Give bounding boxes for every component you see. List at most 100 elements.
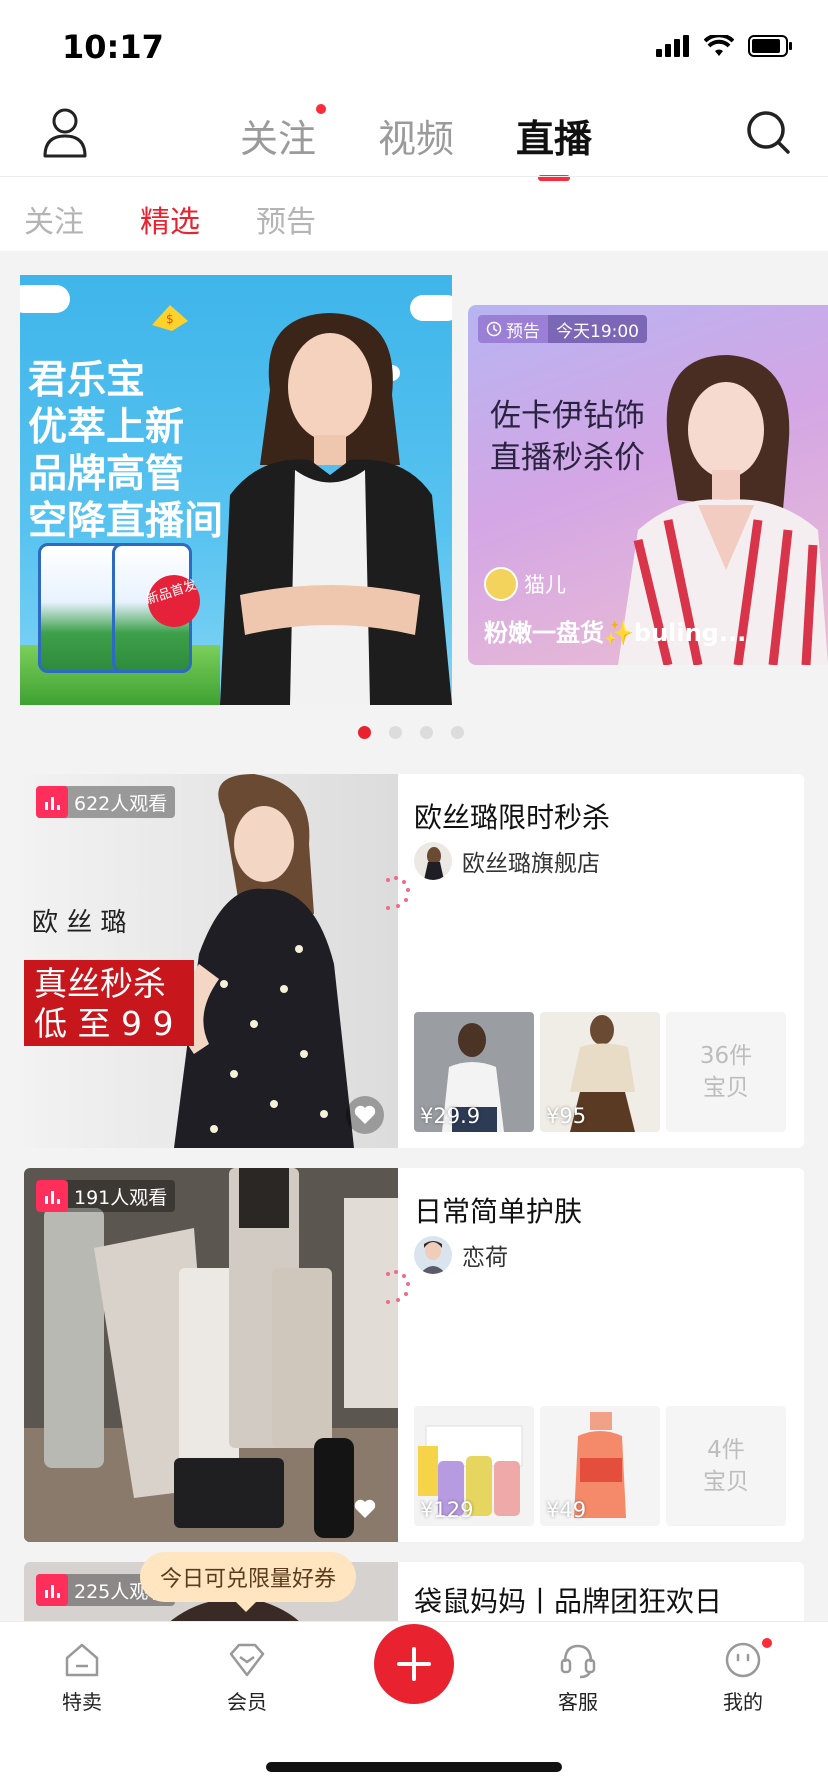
- avatar: [484, 567, 518, 601]
- shop-info[interactable]: 恋荷: [414, 1236, 508, 1274]
- cover-promo-line: 真丝秒杀: [34, 964, 166, 1003]
- product-count-unit: 宝贝: [703, 1075, 749, 1101]
- viewer-count-pill: 191人观看: [36, 1180, 176, 1212]
- live-title[interactable]: 欧丝璐限时秒杀: [414, 796, 610, 836]
- svg-text:$: $: [166, 312, 174, 326]
- avatar: [414, 842, 452, 880]
- preview-tag-label-wrap: 预告: [478, 315, 548, 343]
- notification-dot: [762, 1638, 772, 1648]
- shop-name: 欧丝璐旗舰店: [462, 851, 600, 877]
- viewer-count: 622人观看: [74, 792, 168, 815]
- top-tabs: 关注 视频 直播: [0, 90, 828, 181]
- status-icons: [656, 34, 794, 58]
- subtab-follow[interactable]: 关注: [24, 197, 84, 241]
- nav-label: 会员: [227, 1690, 267, 1714]
- nav-label: 特卖: [62, 1690, 102, 1714]
- viewer-count: 191人观看: [74, 1186, 168, 1209]
- banner-side-headline: 佐卡伊钻饰 直播秒杀价: [490, 395, 645, 479]
- headline-line: 君乐宝: [28, 358, 146, 403]
- preview-time: 今天19:00: [548, 315, 647, 343]
- banner-main[interactable]: $ 君乐宝 优萃上新 品牌高管 空降直播间 新品首发: [20, 275, 452, 705]
- pink-dots-decoration: [386, 876, 410, 910]
- preview-tag-label: 预告: [506, 321, 540, 342]
- nav-label: 客服: [558, 1690, 598, 1714]
- product-thumb[interactable]: ¥129: [414, 1406, 534, 1526]
- banner-side[interactable]: 预告 今天19:00 佐卡伊钻饰 直播秒杀价 猫儿 粉嫩一盘货✨buling..…: [468, 305, 828, 665]
- banner-main-headline: 君乐宝 优萃上新 品牌高管 空降直播间: [28, 357, 223, 545]
- coupon-tooltip[interactable]: 今日可兑限量好券: [140, 1552, 357, 1612]
- heart-icon: [354, 1105, 376, 1124]
- shop-info[interactable]: 欧丝璐旗舰店: [414, 842, 600, 880]
- live-cover[interactable]: 欧 丝 璐 真丝秒杀 低 至 9 9 622人观看: [24, 774, 398, 1148]
- anchor-name: 猫儿: [524, 573, 566, 597]
- cloud-decoration: [20, 285, 70, 313]
- sub-tabs: 关注 精选 预告: [0, 177, 828, 251]
- pink-dots-decoration: [386, 1270, 410, 1304]
- carousel-dot: [420, 726, 433, 739]
- notification-dot: [316, 104, 327, 114]
- carousel-indicator: [358, 726, 464, 739]
- headline-line: 直播秒杀价: [490, 440, 645, 476]
- signal-icon: [656, 35, 689, 57]
- product-count-tile[interactable]: 36件 宝贝: [666, 1012, 786, 1132]
- tab-live[interactable]: 直播: [516, 108, 592, 181]
- product-thumb[interactable]: ¥49: [540, 1406, 660, 1526]
- coin-icon: $: [152, 305, 188, 331]
- like-button[interactable]: [346, 1096, 384, 1134]
- nav-item-mine[interactable]: 我的: [688, 1638, 798, 1715]
- shop-name: 恋荷: [462, 1245, 508, 1271]
- headline-line: 优萃上新: [28, 405, 185, 450]
- nav-label: 我的: [723, 1690, 763, 1714]
- headline-line: 空降直播间: [28, 499, 224, 544]
- nav-item-service[interactable]: 客服: [523, 1640, 633, 1715]
- subtab-preview[interactable]: 预告: [256, 197, 316, 241]
- product-price: ¥129: [420, 1498, 474, 1522]
- live-bars-icon: [36, 1180, 68, 1212]
- live-card[interactable]: 191人观看 日常简单护肤 恋荷 ¥129 ¥49 4件 宝贝: [24, 1168, 804, 1542]
- search-icon: [747, 111, 790, 154]
- product-list: ¥129 ¥49 4件 宝贝: [414, 1406, 786, 1526]
- carousel-dot-active: [358, 726, 371, 739]
- cover-promo-box: 真丝秒杀 低 至 9 9: [24, 960, 194, 1046]
- nav-item-member[interactable]: 会员: [192, 1640, 302, 1715]
- status-time: 10:17: [62, 28, 164, 66]
- product-price: ¥29.9: [420, 1104, 481, 1128]
- create-button[interactable]: [374, 1624, 454, 1704]
- battery-icon: [748, 35, 792, 57]
- home-indicator: [266, 1762, 562, 1772]
- product-count: 36件: [699, 1043, 753, 1069]
- heart-icon: [354, 1499, 376, 1518]
- plus-icon: [397, 1647, 431, 1681]
- product-count-tile[interactable]: 4件 宝贝: [666, 1406, 786, 1526]
- cover-promo-line: 低 至 9 9: [34, 1004, 174, 1043]
- clock-icon: [486, 321, 502, 337]
- preview-tag: 预告 今天19:00: [478, 315, 647, 343]
- anchor-info: 猫儿: [484, 567, 566, 601]
- banner-side-title: 粉嫩一盘货✨buling...: [484, 619, 747, 647]
- live-cover[interactable]: 191人观看: [24, 1168, 398, 1542]
- product-thumb[interactable]: ¥29.9: [414, 1012, 534, 1132]
- like-button[interactable]: [346, 1490, 384, 1528]
- live-card[interactable]: 欧 丝 璐 真丝秒杀 低 至 9 9 622人观看 欧丝璐限时秒杀 欧丝璐旗舰店: [24, 774, 804, 1148]
- banner-presenter-image: [220, 313, 452, 705]
- tab-follow-label: 关注: [240, 117, 317, 161]
- carousel-dot: [389, 726, 402, 739]
- product-count-unit: 宝贝: [703, 1469, 749, 1495]
- product-count: 4件: [707, 1437, 745, 1463]
- tab-follow[interactable]: 关注: [240, 104, 327, 163]
- headset-icon: [560, 1644, 596, 1679]
- wifi-icon: [704, 35, 734, 56]
- subtab-featured[interactable]: 精选: [140, 197, 200, 241]
- live-title[interactable]: 袋鼠妈妈丨品牌团狂欢日: [414, 1580, 722, 1620]
- cover-brand-text: 欧 丝 璐: [32, 908, 127, 938]
- tab-video[interactable]: 视频: [378, 108, 454, 163]
- carousel-dot: [451, 726, 464, 739]
- headline-line: 佐卡伊钻饰: [490, 398, 645, 434]
- home-icon: [65, 1643, 99, 1677]
- product-thumb[interactable]: ¥95: [540, 1012, 660, 1132]
- status-bar: 10:17: [0, 0, 828, 90]
- live-title[interactable]: 日常简单护肤: [414, 1190, 582, 1230]
- search-button[interactable]: [744, 108, 792, 156]
- top-header: 关注 视频 直播: [0, 90, 828, 181]
- nav-item-sale[interactable]: 特卖: [27, 1640, 137, 1715]
